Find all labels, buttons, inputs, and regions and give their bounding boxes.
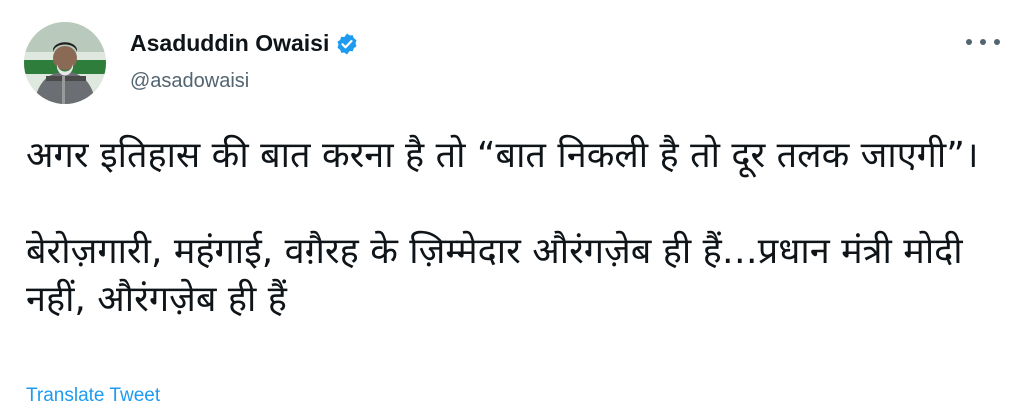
- tweet-paragraph-2: बेरोज़गारी, महंगाई, वग़ैरह के ज़िम्मेदार…: [26, 231, 963, 320]
- tweet-paragraph-1: अगर इतिहास की बात करना है तो “बात निकली …: [26, 135, 979, 176]
- avatar-photo-icon: [24, 22, 106, 104]
- tweet-text: अगर इतिहास की बात करना है तो “बात निकली …: [26, 132, 996, 324]
- more-dot: [966, 39, 972, 45]
- more-dot: [980, 39, 986, 45]
- more-options-icon[interactable]: [966, 32, 1000, 52]
- author-name[interactable]: Asaduddin Owaisi: [130, 30, 329, 57]
- verified-badge-icon: [337, 33, 357, 54]
- author-row: Asaduddin Owaisi: [130, 30, 359, 57]
- avatar[interactable]: [24, 22, 106, 104]
- translate-tweet-link[interactable]: Translate Tweet: [26, 385, 160, 407]
- more-dot: [994, 39, 1000, 45]
- author-handle[interactable]: @asadowaisi: [130, 70, 249, 93]
